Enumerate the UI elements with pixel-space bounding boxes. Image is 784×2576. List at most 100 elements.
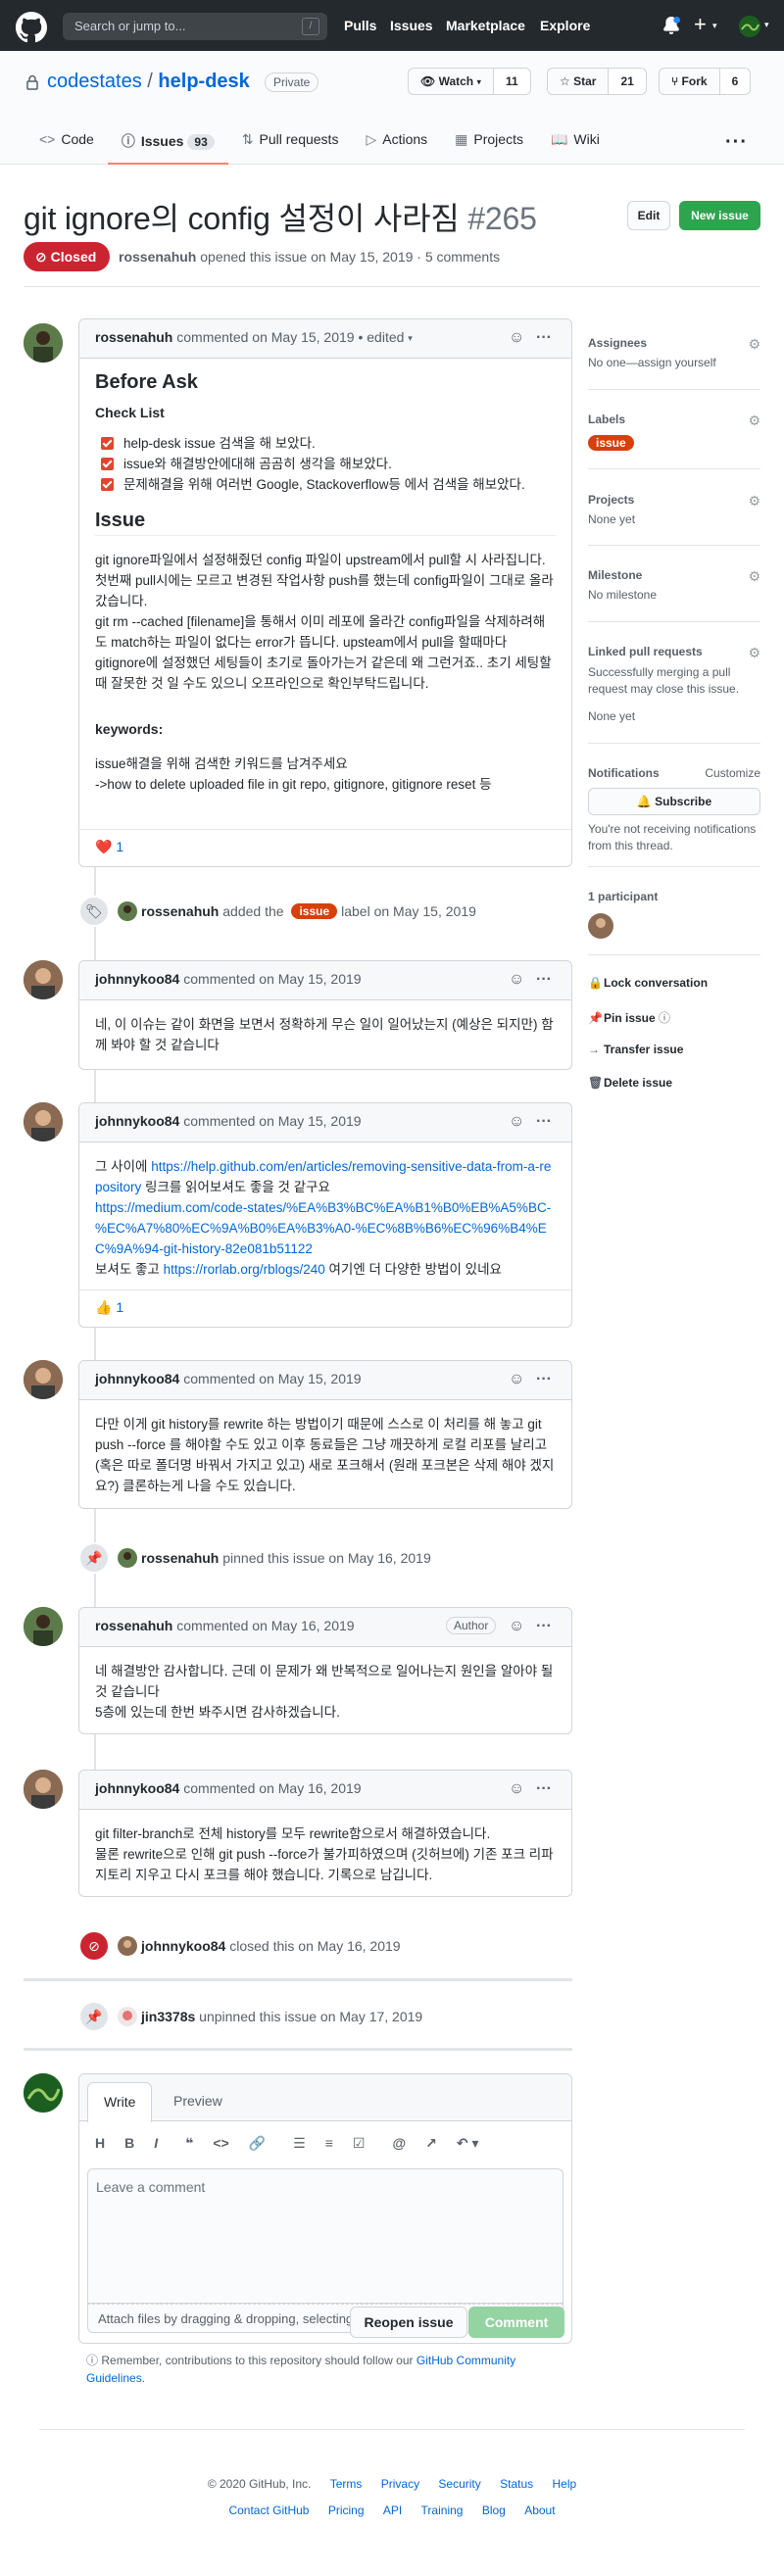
add-reaction-smiley-icon[interactable]: ☺ bbox=[509, 329, 524, 347]
search-input[interactable]: Search or jump to... / bbox=[63, 13, 327, 40]
notifications-bell-icon[interactable] bbox=[662, 17, 680, 34]
gear-icon[interactable]: ⚙ bbox=[748, 336, 760, 353]
subscribe-button[interactable]: 🔔 Subscribe bbox=[588, 788, 760, 815]
comment-author[interactable]: rossenahuh bbox=[95, 329, 172, 345]
avatar[interactable] bbox=[24, 1102, 63, 1142]
issue-label-badge[interactable]: issue bbox=[588, 435, 634, 451]
comment-author[interactable]: johnnykoo84 bbox=[95, 1113, 179, 1129]
sidebar-heading[interactable]: Linked pull requests bbox=[588, 645, 760, 658]
avatar[interactable] bbox=[118, 901, 137, 921]
sidebar-heading[interactable]: Labels bbox=[588, 413, 760, 426]
quote-icon[interactable]: ❝ bbox=[185, 2135, 193, 2152]
unordered-list-icon[interactable]: ☰ bbox=[293, 2135, 306, 2152]
delete-issue-action[interactable]: 🗑Delete issue bbox=[588, 1076, 672, 1090]
create-new-dropdown[interactable]: + ▾ bbox=[694, 14, 717, 36]
fork-count[interactable]: 6 bbox=[719, 69, 751, 94]
sidebar-heading[interactable]: Milestone bbox=[588, 568, 760, 582]
checkbox-checked-icon[interactable] bbox=[101, 437, 114, 450]
add-reaction-smiley-icon[interactable]: ☺ bbox=[509, 1780, 524, 1798]
nav-explore[interactable]: Explore bbox=[540, 18, 590, 33]
mention-icon[interactable]: @ bbox=[392, 2135, 406, 2152]
avatar[interactable] bbox=[24, 1770, 63, 1809]
repo-name-link[interactable]: help-desk bbox=[158, 71, 249, 92]
avatar[interactable] bbox=[24, 960, 63, 999]
comment-options-kebab-icon[interactable]: ··· bbox=[536, 1113, 552, 1131]
reaction-thumbsup-button[interactable]: 👍 1 bbox=[95, 1299, 123, 1315]
comment-options-kebab-icon[interactable]: ··· bbox=[536, 1371, 552, 1388]
footer-link-blog[interactable]: Blog bbox=[482, 2503, 506, 2517]
event-actor[interactable]: rossenahuh bbox=[141, 903, 219, 919]
italic-icon[interactable]: I bbox=[154, 2135, 158, 2152]
footer-link-pricing[interactable]: Pricing bbox=[328, 2503, 365, 2517]
comment-author[interactable]: johnnykoo84 bbox=[95, 971, 179, 987]
nav-issues[interactable]: Issues bbox=[390, 18, 433, 33]
comment-options-kebab-icon[interactable]: ··· bbox=[536, 329, 552, 347]
star-count[interactable]: 21 bbox=[609, 69, 646, 94]
tab-issues[interactable]: ⓘ Issues 93 bbox=[107, 122, 228, 165]
add-reaction-smiley-icon[interactable]: ☺ bbox=[509, 1113, 524, 1131]
reply-icon[interactable]: ↶ ▾ bbox=[457, 2135, 479, 2152]
event-actor[interactable]: johnnykoo84 bbox=[141, 1938, 225, 1954]
sidebar-heading[interactable]: Projects bbox=[588, 493, 760, 507]
comment-options-kebab-icon[interactable]: ··· bbox=[536, 1618, 552, 1635]
pin-issue-action[interactable]: 📌Pin issue ⓘ bbox=[588, 1009, 670, 1026]
gear-icon[interactable]: ⚙ bbox=[748, 493, 760, 510]
comment-link[interactable]: https://medium.com/code-states/%EA%B3%BC… bbox=[95, 1200, 551, 1256]
checkbox-checked-icon[interactable] bbox=[101, 478, 114, 491]
nav-pulls[interactable]: Pulls bbox=[344, 18, 376, 33]
reaction-heart-button[interactable]: ❤️ 1 bbox=[95, 839, 123, 854]
tab-write[interactable]: Write bbox=[87, 2082, 153, 2122]
footer-link-contact[interactable]: Contact GitHub bbox=[228, 2503, 309, 2517]
avatar[interactable] bbox=[118, 1936, 137, 1956]
checkbox-checked-icon[interactable] bbox=[101, 458, 114, 470]
avatar[interactable] bbox=[24, 323, 63, 363]
star-button[interactable]: ☆ Star bbox=[548, 69, 610, 94]
footer-link-about[interactable]: About bbox=[524, 2503, 555, 2517]
nav-marketplace[interactable]: Marketplace bbox=[446, 18, 525, 33]
avatar[interactable] bbox=[24, 1360, 63, 1399]
task-list-icon[interactable]: ☑ bbox=[353, 2135, 366, 2152]
comment-author[interactable]: rossenahuh bbox=[95, 1618, 172, 1633]
gear-icon[interactable]: ⚙ bbox=[748, 413, 760, 429]
gear-icon[interactable]: ⚙ bbox=[748, 568, 760, 585]
edited-chevron-down-icon[interactable]: ▾ bbox=[408, 333, 413, 343]
user-avatar-menu[interactable] bbox=[739, 16, 760, 37]
watch-count[interactable]: 11 bbox=[494, 69, 530, 94]
watch-button[interactable]: 👁 Watch ▾ bbox=[409, 69, 495, 94]
comment-options-kebab-icon[interactable]: ··· bbox=[536, 1780, 552, 1798]
ordered-list-icon[interactable]: ≡ bbox=[325, 2135, 333, 2152]
footer-link-training[interactable]: Training bbox=[421, 2503, 464, 2517]
footer-link-api[interactable]: API bbox=[383, 2503, 402, 2517]
avatar[interactable] bbox=[118, 2007, 137, 2026]
tab-projects[interactable]: ▦ Projects bbox=[441, 122, 537, 165]
event-actor[interactable]: rossenahuh bbox=[141, 1550, 219, 1566]
footer-link-status[interactable]: Status bbox=[500, 2477, 533, 2491]
edit-title-button[interactable]: Edit bbox=[627, 201, 670, 230]
transfer-issue-action[interactable]: → Transfer issue bbox=[588, 1043, 683, 1056]
heading-icon[interactable]: H bbox=[95, 2135, 105, 2152]
issue-label-badge[interactable]: issue bbox=[291, 903, 338, 919]
comment-options-kebab-icon[interactable]: ··· bbox=[536, 971, 552, 989]
lock-conversation-action[interactable]: 🔒Lock conversation bbox=[588, 976, 708, 990]
avatar[interactable] bbox=[118, 1548, 137, 1568]
comment-author[interactable]: johnnykoo84 bbox=[95, 1780, 179, 1796]
add-reaction-smiley-icon[interactable]: ☺ bbox=[509, 1371, 524, 1388]
add-reaction-smiley-icon[interactable]: ☺ bbox=[509, 1618, 524, 1635]
footer-link-terms[interactable]: Terms bbox=[330, 2477, 363, 2491]
more-tabs-kebab-icon[interactable]: ··· bbox=[725, 131, 748, 154]
link-icon[interactable]: 🔗 bbox=[249, 2135, 266, 2152]
reopen-issue-button[interactable]: Reopen issue bbox=[350, 2307, 467, 2338]
fork-button[interactable]: ⑂ Fork bbox=[660, 69, 720, 94]
footer-link-privacy[interactable]: Privacy bbox=[381, 2477, 419, 2491]
new-issue-button[interactable]: New issue bbox=[679, 201, 760, 230]
sidebar-value[interactable]: No one—assign yourself bbox=[588, 356, 760, 369]
tab-wiki[interactable]: 📖 Wiki bbox=[537, 122, 613, 165]
sidebar-heading[interactable]: Assignees bbox=[588, 336, 760, 350]
issue-opener-link[interactable]: rossenahuh bbox=[119, 249, 196, 265]
avatar[interactable] bbox=[24, 1607, 63, 1646]
tab-actions[interactable]: ▷ Actions bbox=[352, 122, 441, 165]
gear-icon[interactable]: ⚙ bbox=[748, 645, 760, 661]
tab-code[interactable]: <> Code bbox=[25, 122, 108, 165]
comment-author[interactable]: johnnykoo84 bbox=[95, 1371, 179, 1386]
participant-avatar[interactable] bbox=[588, 913, 613, 939]
